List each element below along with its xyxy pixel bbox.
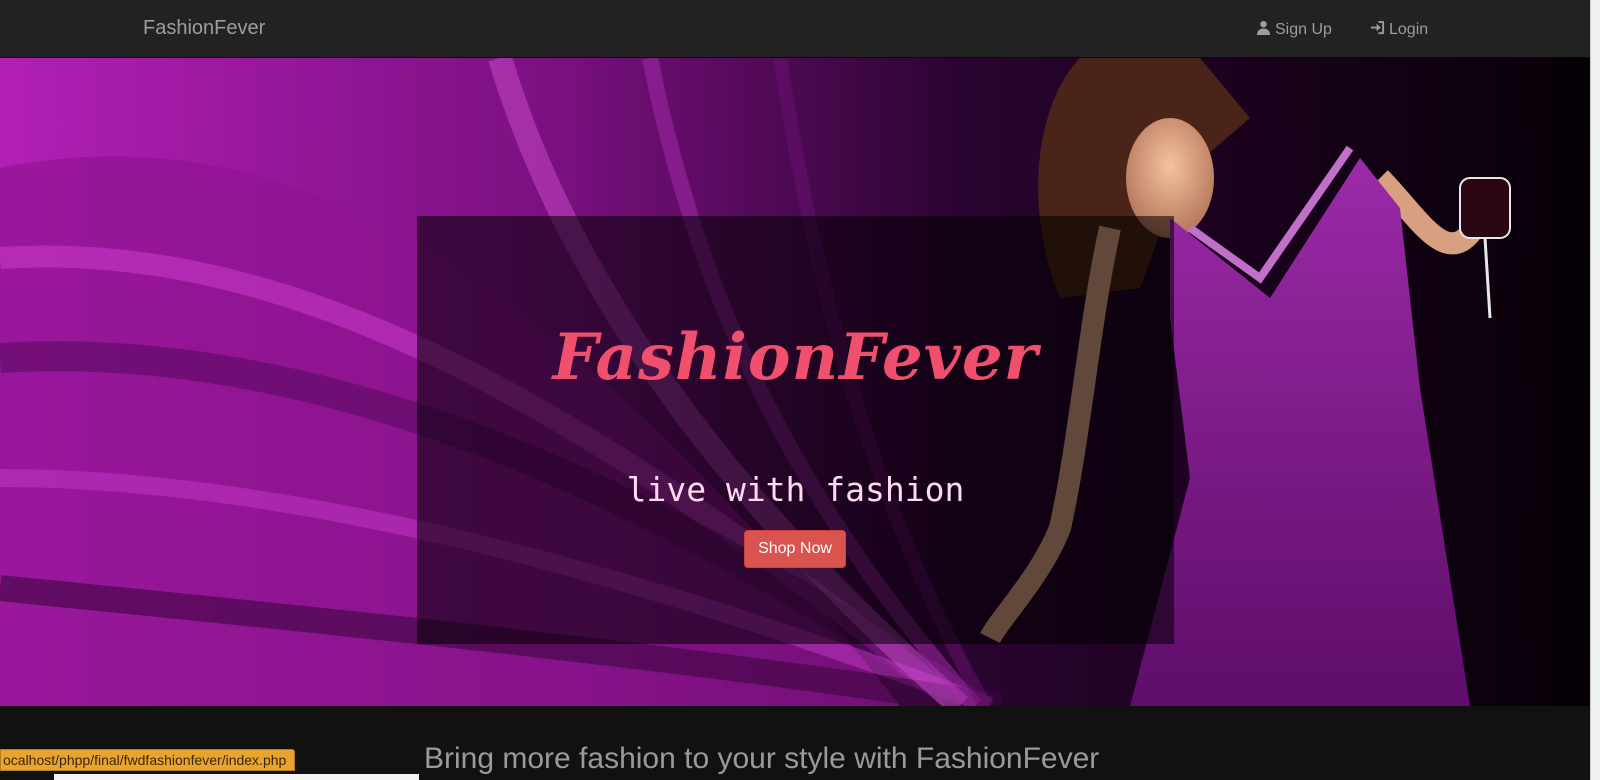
section-heading: Bring more fashion to your style with Fa…	[424, 742, 1100, 775]
signup-label: Sign Up	[1275, 21, 1332, 38]
top-navbar: FashionFever Sign Up Login	[0, 0, 1600, 58]
login-label: Login	[1389, 21, 1429, 38]
login-link[interactable]: Login	[1370, 20, 1428, 40]
vertical-scrollbar[interactable]	[1590, 0, 1600, 780]
taskbar-strip	[54, 774, 419, 780]
hero-title: FashionFever	[552, 320, 1039, 395]
user-icon	[1256, 20, 1271, 40]
hero-banner: FashionFever live with fashion Shop Now	[0, 58, 1600, 706]
login-icon	[1370, 20, 1385, 40]
signup-link[interactable]: Sign Up	[1256, 20, 1332, 40]
brand-link[interactable]: FashionFever	[143, 17, 265, 40]
hero-overlay-panel	[417, 216, 1174, 644]
shop-now-button[interactable]: Shop Now	[744, 530, 846, 568]
content-section: Bring more fashion to your style with Fa…	[0, 706, 1600, 780]
hero-tagline: live with fashion	[626, 470, 965, 509]
status-bar-url: ocalhost/phpp/final/fwdfashionfever/inde…	[0, 749, 296, 771]
